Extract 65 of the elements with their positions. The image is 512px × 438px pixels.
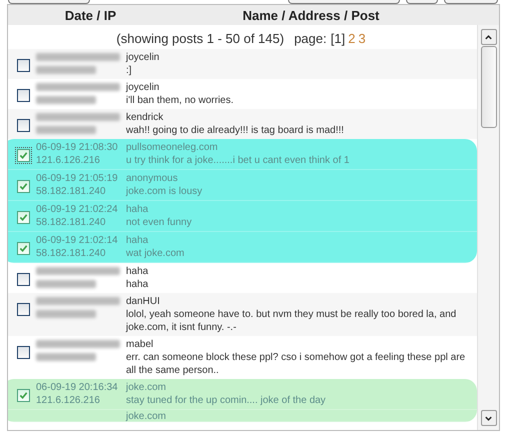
poster-name: joke.com (126, 410, 168, 423)
scrollbar-thumb[interactable] (480, 46, 496, 128)
toolbar-button[interactable] (444, 0, 498, 4)
column-header: Name / Address / Post (242, 8, 380, 22)
scroll-up-icon[interactable] (480, 29, 496, 45)
checkbox[interactable] (17, 59, 30, 72)
post-date: 06-09-19 21:08:30 (36, 141, 119, 154)
toolbar-button[interactable] (8, 0, 90, 4)
ip-address: 58.182.181.240 (36, 185, 107, 198)
post-count-text: (showing posts 1 - 50 of 145) (116, 31, 284, 46)
checkbox[interactable] (17, 303, 30, 316)
checkbox[interactable] (17, 149, 30, 162)
scrollbar[interactable] (477, 25, 499, 430)
post-message: :] (126, 64, 133, 77)
blurred-ip (36, 310, 96, 318)
scroll-down-icon[interactable] (480, 410, 496, 426)
ip-address: 121.6.126.216 (36, 154, 101, 167)
post-message: haha (126, 278, 150, 291)
toolbar-button[interactable] (406, 0, 438, 4)
blurred-ip (36, 126, 96, 134)
poster-name: joke.com (126, 381, 168, 394)
post-date: 06-09-19 21:02:14 (36, 234, 119, 247)
post-date: 06-09-19 21:02:24 (36, 203, 119, 216)
checkbox[interactable] (17, 389, 30, 402)
checkbox[interactable] (17, 211, 30, 224)
poster-name: mabel (126, 338, 154, 351)
checkbox[interactable] (17, 346, 30, 359)
post-date: 06-09-19 20:16:34 (36, 381, 119, 394)
post-message: stay tuned for the up comin.... joke of the day (126, 394, 327, 407)
ip-address: 58.182.181.240 (36, 247, 107, 260)
ip-address: 121.6.126.216 (36, 394, 101, 407)
checkbox[interactable] (17, 89, 30, 102)
post-message: err. can someone block these ppl? cso i somehow got a feeling these ppl are all the same person.. (126, 351, 466, 377)
page-label: page: (294, 31, 327, 46)
post-message: u try think for a joke.......i bet u cant even think of 1 (126, 154, 350, 167)
checkbox[interactable] (17, 119, 30, 132)
poster-name: haha (126, 234, 150, 247)
post-message: joke.com is lousy (126, 185, 204, 198)
checkbox[interactable] (17, 180, 30, 193)
poster-name: joycelin (126, 51, 160, 64)
blurred-ip (36, 353, 96, 361)
poster-name: haha (126, 265, 150, 278)
blurred-ip (36, 66, 96, 74)
blurred-ip (36, 280, 96, 288)
poster-name: danHUI (126, 295, 161, 308)
poster-name: pullsomeoneleg.com (126, 141, 219, 154)
page-link[interactable]: [1] (330, 31, 346, 46)
column-header: Date / IP (64, 8, 118, 22)
page-link[interactable]: 3 (358, 31, 366, 46)
post-message: wah!! going to die already!!! is tag board is mad!!! (126, 124, 345, 137)
poster-name: anonymous (126, 172, 179, 185)
poster-name: haha (126, 203, 150, 216)
post-message: not even funny (126, 216, 193, 229)
post-message: wat joke.com (126, 247, 186, 260)
poster-name: kendrick (126, 111, 164, 124)
toolbar-button[interactable] (288, 0, 400, 4)
post-message: i'll ban them, no worries. (126, 94, 235, 107)
poster-name: joycelin (126, 81, 160, 94)
blurred-ip (36, 96, 96, 104)
post-message: lolol, yeah someone have to. but nvm they must be really too bored la, and joke.com, it isnt funny. -.- (126, 308, 458, 334)
checkbox[interactable] (17, 273, 30, 286)
post-date: 06-09-19 21:05:19 (36, 172, 119, 185)
page-link[interactable]: 2 (348, 31, 356, 46)
checkbox[interactable] (17, 242, 30, 255)
ip-address: 58.182.181.240 (36, 216, 107, 229)
